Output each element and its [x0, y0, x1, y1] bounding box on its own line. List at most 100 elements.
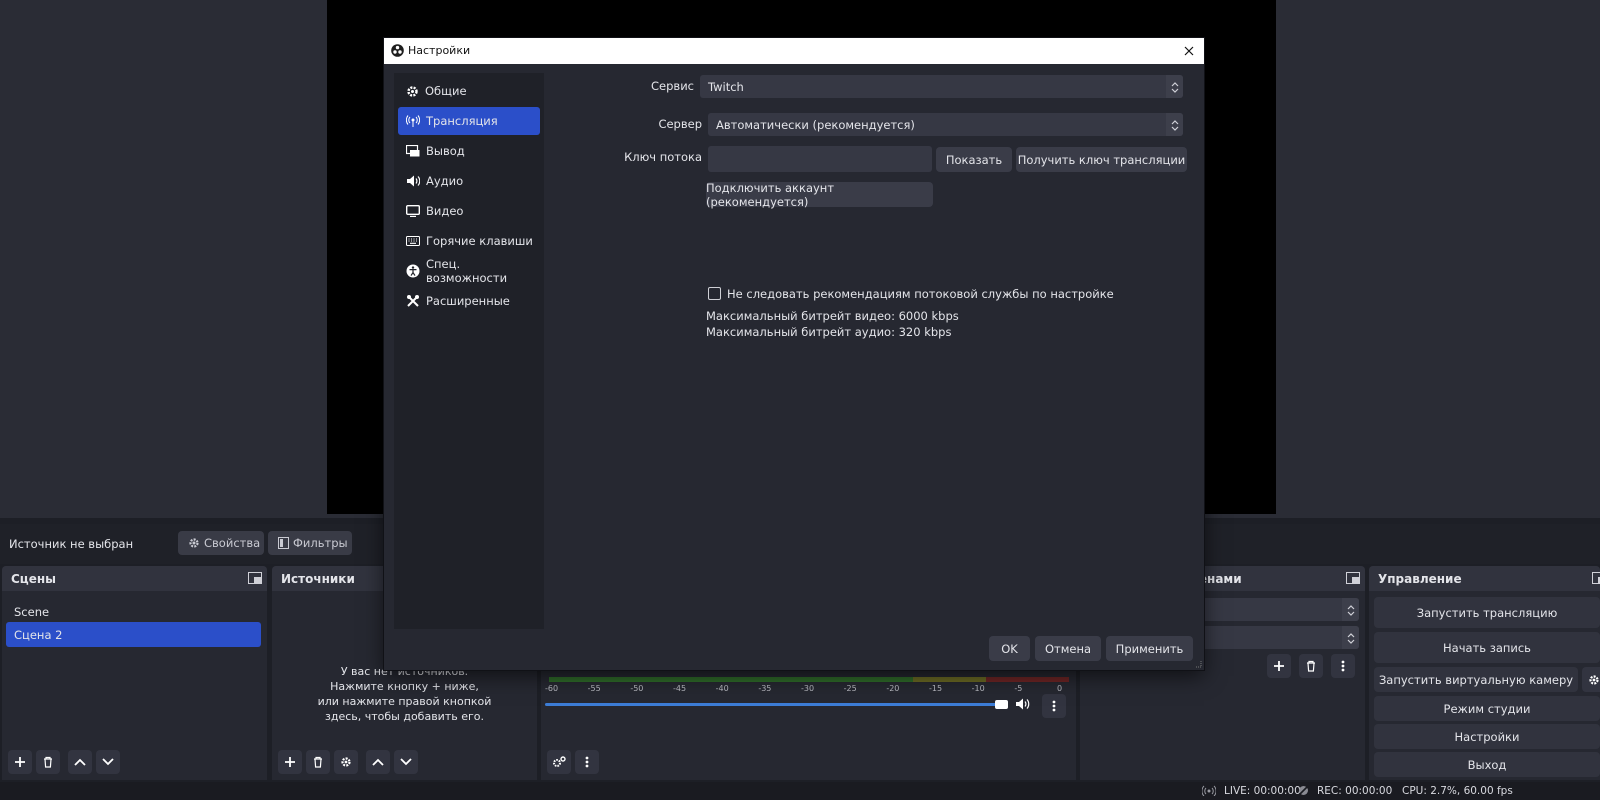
speaker-icon — [406, 175, 420, 187]
nav-audio[interactable]: Аудио — [398, 167, 540, 195]
mixer-options-button[interactable] — [575, 750, 599, 774]
spin-arrows-icon — [1342, 626, 1359, 649]
properties-button[interactable]: Свойства — [178, 531, 264, 555]
service-label: Сервис — [651, 79, 694, 93]
server-label: Сервер — [658, 117, 702, 131]
max-audio-bitrate: Максимальный битрейт аудио: 320 kbps — [706, 325, 952, 339]
filter-icon — [278, 537, 289, 549]
move-source-down-button[interactable] — [394, 750, 418, 774]
start-recording-button[interactable]: Начать запись — [1374, 632, 1600, 663]
service-select[interactable]: Twitch — [700, 75, 1183, 98]
cpu-fps: CPU: 2.7%, 60.00 fps — [1402, 785, 1513, 797]
remove-source-button[interactable] — [306, 750, 330, 774]
meter-scale-label: -45 — [673, 684, 687, 693]
undock-icon[interactable] — [248, 572, 262, 584]
settings-button[interactable]: Настройки — [1374, 724, 1600, 749]
gear-icon — [340, 756, 352, 768]
get-stream-key-button[interactable]: Получить ключ трансляции — [1016, 147, 1187, 172]
plus-icon — [14, 756, 26, 768]
meter-scale-label: -60 — [545, 684, 559, 693]
add-scene-button[interactable] — [8, 750, 32, 774]
start-streaming-button[interactable]: Запустить трансляцию — [1374, 597, 1600, 628]
live-time: LIVE: 00:00:00 — [1224, 785, 1301, 797]
spin-arrows-icon — [1342, 598, 1359, 621]
remove-transition-button[interactable] — [1299, 654, 1323, 678]
ignore-recommendations-checkbox[interactable] — [708, 287, 721, 300]
scene-item[interactable]: Scene — [6, 599, 261, 624]
connect-account-button[interactable]: Подключить аккаунт (рекомендуется) — [706, 181, 933, 209]
apply-button[interactable]: Применить — [1106, 636, 1193, 661]
undock-icon[interactable] — [1592, 572, 1600, 584]
mixer-menu-button[interactable] — [1042, 694, 1066, 718]
scene-item-selected[interactable]: Сцена 2 — [6, 622, 261, 647]
status-bar: LIVE: 00:00:00 REC: 00:00:00 CPU: 2.7%, … — [0, 782, 1600, 800]
nav-output[interactable]: Вывод — [398, 137, 540, 165]
volume-slider[interactable] — [545, 703, 1001, 706]
move-scene-down-button[interactable] — [96, 750, 120, 774]
virtual-camera-settings-button[interactable] — [1582, 667, 1600, 692]
server-select[interactable]: Автоматически (рекомендуется) — [708, 113, 1183, 136]
nav-general[interactable]: Общие — [398, 77, 540, 105]
monitor-icon — [406, 205, 420, 217]
obs-logo-icon — [391, 44, 404, 57]
trash-icon — [312, 756, 324, 768]
plus-icon — [1273, 660, 1285, 672]
more-vertical-icon — [1341, 660, 1345, 672]
ok-button[interactable]: OK — [989, 636, 1030, 661]
nav-video[interactable]: Видео — [398, 197, 540, 225]
volume-slider-handle[interactable] — [995, 700, 1008, 709]
max-video-bitrate: Максимальный битрейт видео: 6000 kbps — [706, 309, 959, 323]
chevron-down-icon — [102, 758, 114, 766]
keyboard-icon — [406, 236, 420, 246]
chevron-up-icon — [74, 758, 86, 766]
undock-icon[interactable] — [1346, 572, 1360, 584]
move-source-up-button[interactable] — [366, 750, 390, 774]
trash-icon — [42, 756, 54, 768]
meter-scale: -60 -55 -50 -45 -40 -35 -30 -25 -20 -15 -10 -5 0 — [545, 684, 1073, 696]
remove-scene-button[interactable] — [36, 750, 60, 774]
filters-button[interactable]: Фильтры — [268, 531, 352, 555]
nav-accessibility[interactable]: Спец. возможности — [398, 257, 540, 285]
meter-scale-label: -20 — [886, 684, 900, 693]
scenes-dock: Сцены Scene Сцена 2 — [2, 566, 267, 780]
ignore-recommendations-label[interactable]: Не следовать рекомендациям потоковой слу… — [727, 287, 1114, 301]
add-source-button[interactable] — [278, 750, 302, 774]
nav-advanced[interactable]: Расширенные — [398, 287, 540, 315]
speaker-icon[interactable] — [1015, 697, 1031, 711]
chevron-up-icon — [372, 758, 384, 766]
add-transition-button[interactable] — [1267, 654, 1291, 678]
gears-icon — [552, 756, 566, 768]
more-vertical-icon — [1052, 700, 1056, 712]
nav-stream[interactable]: Трансляция — [398, 107, 540, 135]
advanced-audio-button[interactable] — [547, 750, 571, 774]
stream-key-input[interactable] — [708, 146, 932, 172]
close-icon[interactable] — [1180, 42, 1198, 60]
resize-grip-icon[interactable] — [1194, 660, 1202, 668]
record-off-icon — [1298, 785, 1309, 796]
cancel-button[interactable]: Отмена — [1035, 636, 1101, 661]
start-virtual-camera-button[interactable]: Запустить виртуальную камеру — [1374, 667, 1578, 692]
no-source-label: Источник не выбран — [9, 537, 134, 551]
broadcast-icon — [406, 114, 420, 128]
broadcast-icon — [1202, 784, 1216, 796]
meter-scale-label: -40 — [715, 684, 729, 693]
meter-scale-label: -55 — [587, 684, 601, 693]
controls-dock: Управление Запустить трансляцию Начать з… — [1369, 566, 1600, 780]
accessibility-icon — [406, 264, 420, 278]
source-properties-button[interactable] — [334, 750, 358, 774]
meter-scale-label: -30 — [801, 684, 815, 693]
rec-time: REC: 00:00:00 — [1317, 785, 1393, 797]
dialog-titlebar[interactable]: Настройки — [384, 38, 1204, 64]
sources-empty-hint: У вас нет источников. Нажмите кнопку + н… — [317, 665, 492, 723]
settings-sidebar: Общие Трансляция Вывод Аудио Видео Горяч… — [394, 73, 544, 629]
exit-button[interactable]: Выход — [1374, 752, 1600, 777]
move-scene-up-button[interactable] — [68, 750, 92, 774]
studio-mode-button[interactable]: Режим студии — [1374, 696, 1600, 721]
nav-hotkeys[interactable]: Горячие клавиши — [398, 227, 540, 255]
plus-icon — [284, 756, 296, 768]
spin-arrows-icon — [1166, 75, 1183, 98]
gear-icon — [406, 85, 419, 98]
show-key-button[interactable]: Показать — [936, 147, 1012, 172]
transition-menu-button[interactable] — [1331, 654, 1355, 678]
gear-icon — [1588, 674, 1600, 686]
